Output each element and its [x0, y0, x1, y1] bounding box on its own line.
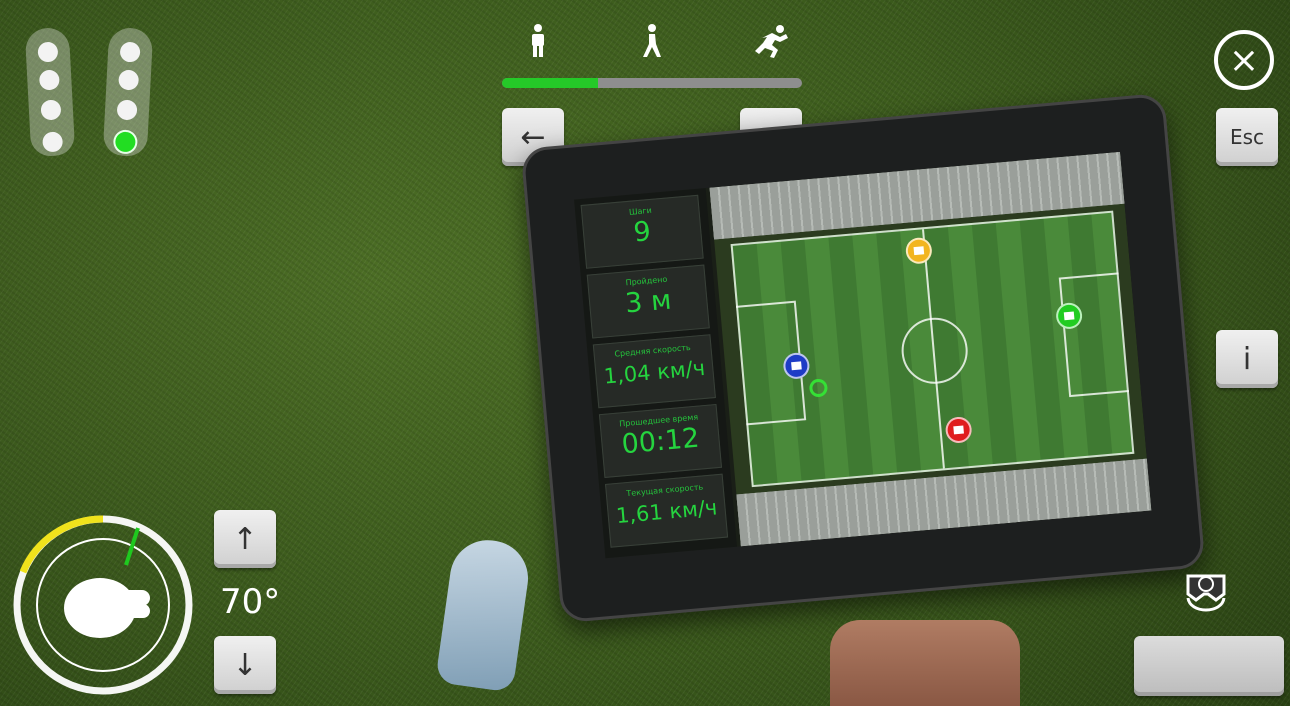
- up-arrow-button[interactable]: ↑: [214, 510, 276, 568]
- tablet-screen: Шаги 9 Пройдено 3 м Средняя скорость 1,0…: [574, 151, 1152, 559]
- steps-card: Шаги 9: [580, 194, 704, 269]
- esc-button[interactable]: Esc: [1216, 108, 1278, 166]
- elapsed-time-card: Прошедшее время 00:12: [598, 403, 723, 478]
- flag-icon: [791, 361, 802, 371]
- angle-value: 70°: [220, 582, 281, 622]
- football-pitch: [730, 210, 1135, 488]
- flag-icon: [913, 246, 925, 256]
- left-foot-dot-1: [37, 41, 59, 63]
- right-foot-dot-2: [118, 69, 140, 91]
- tablet-device: Шаги 9 Пройдено 3 м Средняя скорость 1,0…: [520, 92, 1206, 624]
- gait-progress-bar: [502, 78, 802, 88]
- avg-speed-card: Средняя скорость 1,04 км/ч: [592, 334, 716, 409]
- right-penalty-box: [1058, 272, 1129, 398]
- walking-figure-icon: [633, 24, 669, 64]
- action-button[interactable]: [1134, 636, 1284, 696]
- player-position-marker: [808, 378, 829, 398]
- left-foot-dot-3: [40, 99, 62, 121]
- player-arm: [830, 620, 1020, 706]
- left-foot-dot-2: [38, 69, 60, 91]
- red-flag-marker[interactable]: [944, 415, 973, 445]
- right-foot-dot-3: [116, 99, 138, 121]
- close-icon[interactable]: ×: [1214, 30, 1274, 90]
- right-foot-indicator: [102, 26, 154, 158]
- compass-dial: [13, 515, 193, 695]
- down-arrow-button[interactable]: ↓: [214, 636, 276, 694]
- right-foot-dot-4: [114, 131, 136, 153]
- distance-card: Пройдено 3 м: [586, 264, 710, 339]
- stats-panel: Шаги 9 Пройдено 3 м Средняя скорость 1,0…: [574, 188, 737, 559]
- flag-icon: [1063, 311, 1075, 321]
- flag-icon: [953, 425, 964, 435]
- right-foot-dot-1: [119, 41, 141, 63]
- left-foot-dot-4: [42, 131, 64, 153]
- vr-headset-recenter-icon[interactable]: [1180, 560, 1232, 624]
- left-foot-indicator: [24, 26, 76, 158]
- gait-progress-fill: [502, 78, 598, 88]
- standing-figure-icon: [520, 24, 556, 64]
- info-button[interactable]: i: [1216, 330, 1278, 388]
- center-circle: [898, 314, 971, 387]
- stadium-map: [709, 151, 1152, 547]
- yellow-flag-marker[interactable]: [904, 236, 933, 265]
- running-figure-icon: [752, 24, 788, 64]
- current-speed-card: Текущая скорость 1,61 км/ч: [604, 473, 729, 548]
